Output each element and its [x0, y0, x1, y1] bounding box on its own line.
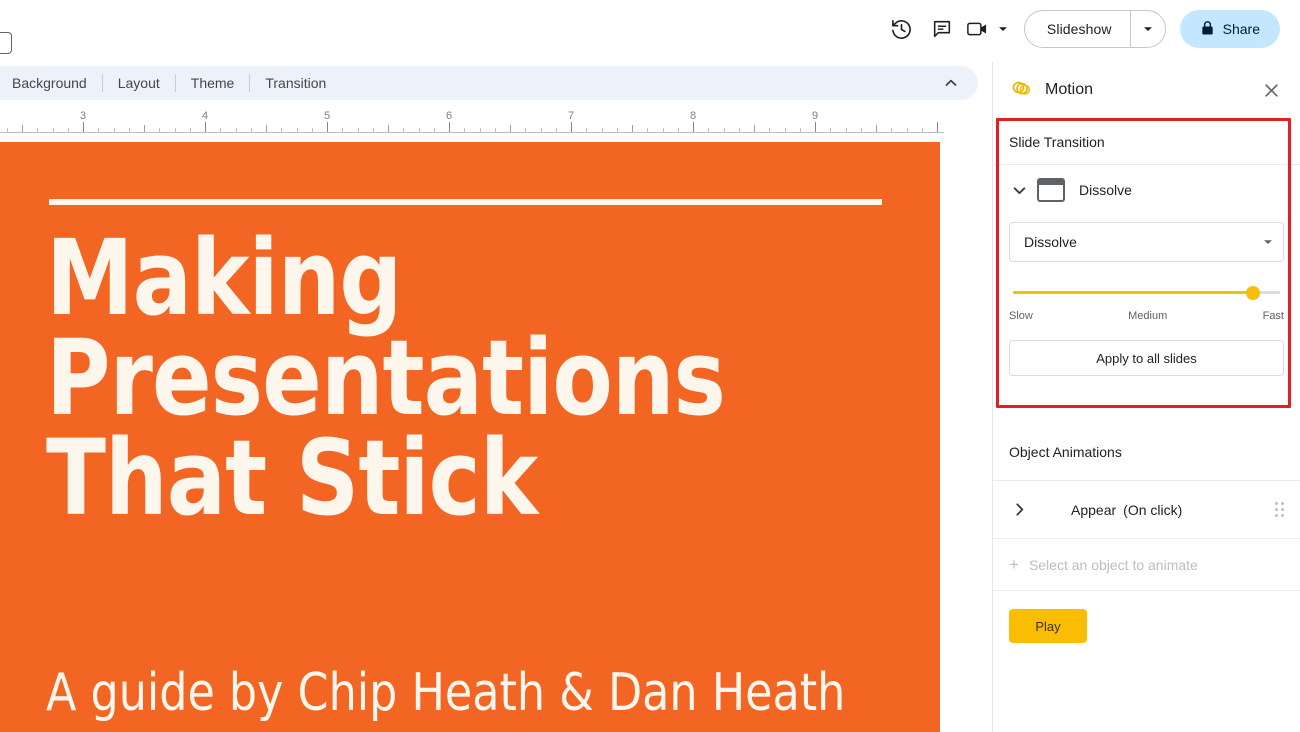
- add-animation-row[interactable]: + Select an object to animate: [993, 539, 1300, 591]
- slides-editor-window: Slideshow Share Background Layout Theme: [0, 0, 1300, 732]
- close-icon[interactable]: [1256, 75, 1286, 105]
- toolbar-item-layout[interactable]: Layout: [106, 70, 172, 96]
- canvas-gutter: [940, 142, 978, 732]
- partial-offscreen-control: [0, 32, 12, 54]
- ruler-baseline: [0, 132, 944, 133]
- slide-subtitle-textbox[interactable]: A guide by Chip Heath & Dan Heath: [46, 664, 863, 722]
- comment-icon[interactable]: [922, 9, 962, 49]
- toolbar-item-theme[interactable]: Theme: [179, 70, 247, 96]
- slide-decorative-rule: [49, 199, 882, 205]
- transition-type-value: Dissolve: [1024, 234, 1077, 250]
- slideshow-button-group: Slideshow: [1023, 10, 1166, 48]
- slider-thumb[interactable]: [1246, 286, 1261, 300]
- chevron-right-icon[interactable]: [1009, 502, 1029, 517]
- motion-panel-header: Motion: [993, 62, 1300, 118]
- slide-canvas-area: Making Presentations That Stick A guide …: [0, 142, 978, 732]
- slide-transition-row[interactable]: Dissolve: [993, 165, 1300, 216]
- slider-label-slow: Slow: [1009, 310, 1033, 322]
- slider-label-fast: Fast: [1262, 310, 1284, 322]
- add-animation-label: Select an object to animate: [1028, 556, 1198, 573]
- transition-type-select[interactable]: Dissolve: [1009, 222, 1284, 262]
- slide-title-textbox[interactable]: Making Presentations That Stick: [46, 226, 854, 530]
- divider: [174, 74, 176, 92]
- lock-icon: [1200, 20, 1215, 39]
- chevron-down-icon[interactable]: [1009, 183, 1029, 198]
- divider: [101, 74, 103, 92]
- slider-fill: [1013, 291, 1254, 294]
- share-label: Share: [1222, 21, 1260, 37]
- top-toolbar: Slideshow Share: [0, 0, 1300, 58]
- meet-camera-icon[interactable]: [962, 9, 1014, 49]
- slider-label-medium: Medium: [1128, 310, 1168, 322]
- chevron-up-icon[interactable]: [938, 70, 964, 96]
- ruler-number: 9: [811, 110, 819, 122]
- apply-to-all-slides-button[interactable]: Apply to all slides: [1009, 340, 1284, 376]
- transition-type-label: Dissolve: [1079, 182, 1132, 198]
- slider-tick-labels: Slow Medium Fast: [1009, 310, 1284, 322]
- toolbar-item-transition[interactable]: Transition: [253, 70, 338, 96]
- animation-name: Appear: [1071, 501, 1117, 518]
- drag-handle-icon[interactable]: [1275, 502, 1284, 517]
- ruler-number: 4: [201, 110, 209, 122]
- slide-transition-section-label: Slide Transition: [993, 118, 1300, 165]
- motion-panel-title: Motion: [1045, 81, 1094, 98]
- plus-icon: +: [1009, 555, 1019, 574]
- transition-speed-slider[interactable]: [1013, 284, 1280, 300]
- motion-icon: [1009, 76, 1033, 105]
- object-animations-section: Object Animations Appear (On click) + Se…: [993, 422, 1300, 643]
- share-button[interactable]: Share: [1179, 10, 1280, 48]
- ruler-number: 5: [323, 110, 331, 122]
- toolbar-item-background[interactable]: Background: [0, 70, 99, 96]
- ruler-number: 7: [567, 110, 575, 122]
- divider: [249, 74, 251, 92]
- slideshow-options-caret[interactable]: [1131, 11, 1165, 47]
- object-animations-label: Object Animations: [993, 422, 1300, 481]
- animation-list-item[interactable]: Appear (On click): [993, 481, 1300, 539]
- ruler-number: 6: [445, 110, 453, 122]
- motion-panel: Motion Slide Transition Dissolve Dissolv…: [992, 62, 1300, 732]
- transition-screen-icon: [1037, 178, 1065, 202]
- ruler-number: 3: [79, 110, 87, 122]
- animation-trigger: (On click): [1123, 501, 1183, 518]
- ruler-number: 8: [689, 110, 697, 122]
- toolbar-items: Background Layout Theme Transition: [0, 70, 338, 96]
- horizontal-ruler[interactable]: 3 4 5 6 7 8 9: [0, 108, 978, 140]
- caret-down-icon: [1263, 234, 1273, 250]
- slideshow-button[interactable]: Slideshow: [1025, 11, 1130, 47]
- slide-editable-area[interactable]: Making Presentations That Stick A guide …: [0, 142, 940, 732]
- play-button[interactable]: Play: [1009, 609, 1087, 643]
- version-history-icon[interactable]: [882, 9, 922, 49]
- slide-format-toolbar: Background Layout Theme Transition: [0, 66, 978, 100]
